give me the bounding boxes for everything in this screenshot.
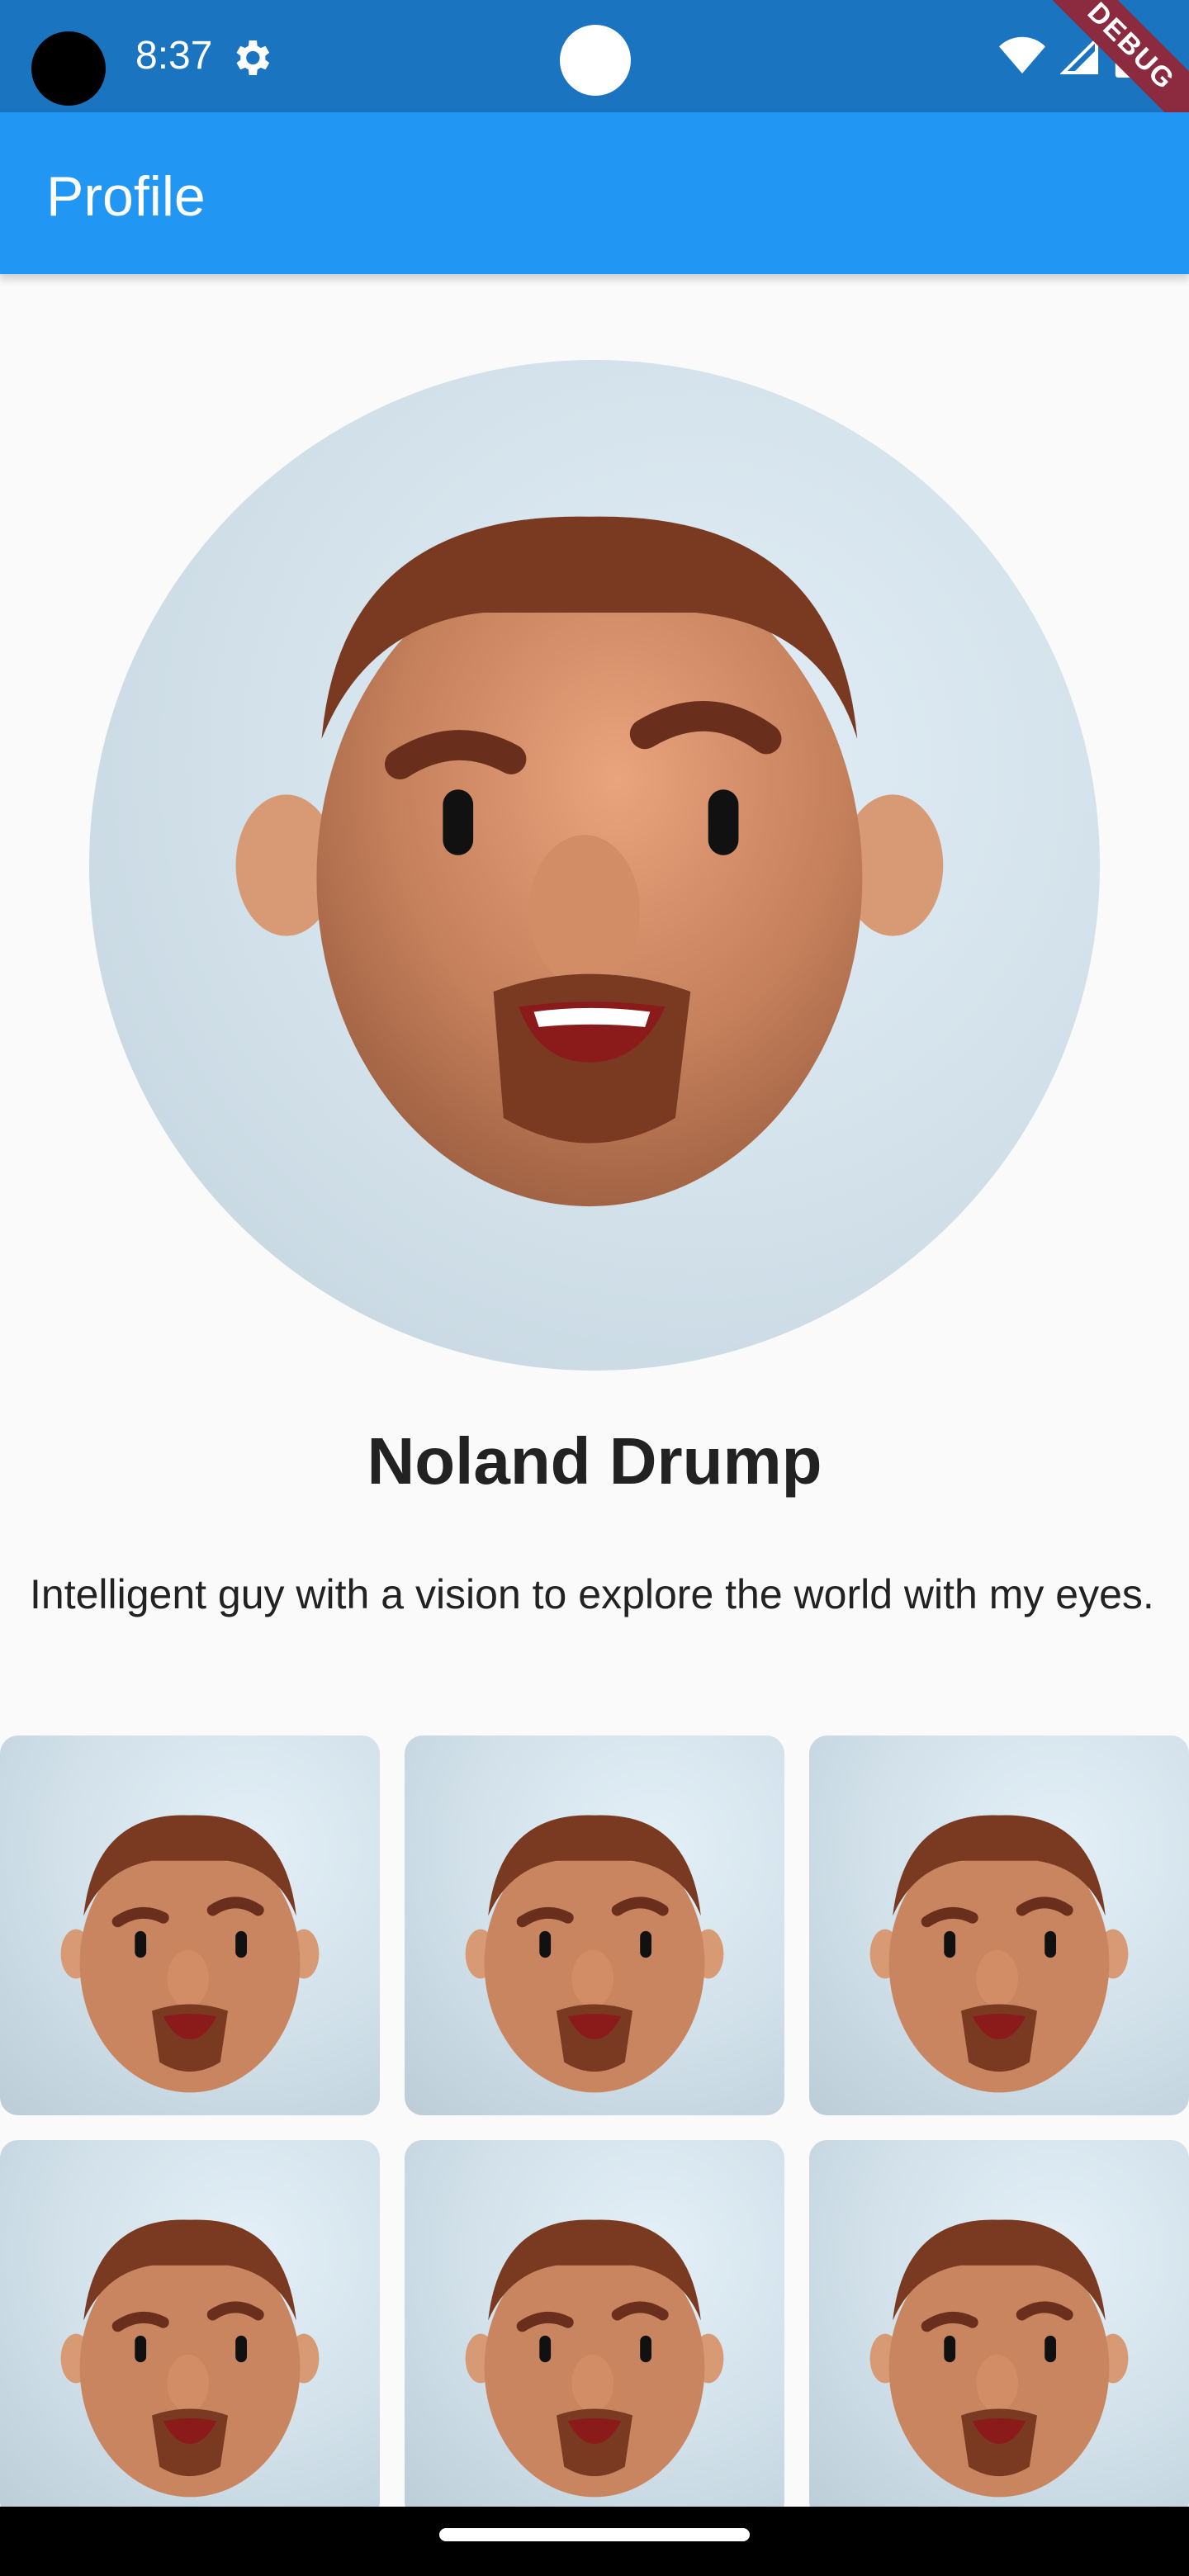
avatar-face-illustration	[235, 516, 944, 1207]
status-time: 8:37	[135, 34, 213, 78]
camera-cutout	[31, 31, 106, 106]
avatar-thumbnail	[869, 1815, 1129, 2093]
gallery-item[interactable]	[405, 1735, 784, 2115]
profile-name: Noland Drump	[367, 1424, 822, 1498]
avatar-thumbnail	[869, 2219, 1129, 2498]
gallery-item[interactable]	[0, 1735, 380, 2115]
avatar-thumbnail	[60, 2219, 320, 2498]
profile-bio: Intelligent guy with a vision to explore…	[30, 1571, 1154, 1617]
gallery-item[interactable]	[0, 2140, 380, 2520]
avatar-thumbnail	[465, 2219, 724, 2498]
page-title: Profile	[46, 165, 206, 228]
gallery-item[interactable]	[809, 1735, 1189, 2115]
status-indicator-dot	[560, 25, 631, 96]
home-gesture-handle[interactable]	[439, 2528, 750, 2541]
avatar-gallery	[0, 1735, 1189, 2545]
system-navigation-bar	[0, 2507, 1189, 2576]
app-bar: Profile	[0, 112, 1189, 274]
avatar-thumbnail	[465, 1815, 724, 2093]
gallery-item[interactable]	[405, 2140, 784, 2520]
avatar-thumbnail	[60, 1815, 320, 2093]
profile-avatar[interactable]	[89, 360, 1100, 1371]
gallery-item[interactable]	[809, 2140, 1189, 2520]
wifi-icon	[999, 36, 1045, 73]
status-bar: 8:37 DEBUG	[0, 0, 1189, 150]
settings-gear-icon	[236, 40, 270, 75]
